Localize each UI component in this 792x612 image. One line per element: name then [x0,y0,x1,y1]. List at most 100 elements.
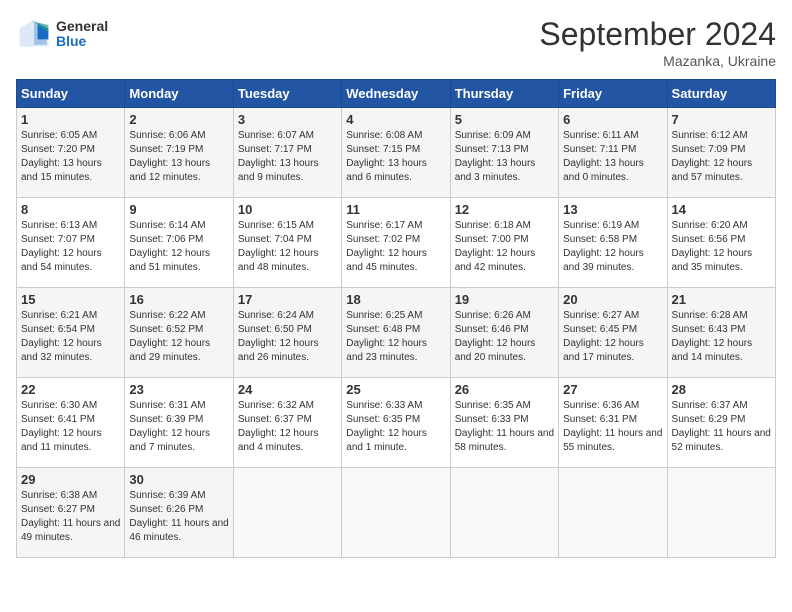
calendar-cell [450,468,558,558]
day-number: 18 [346,292,445,307]
day-detail: Sunrise: 6:15 AM Sunset: 7:04 PM Dayligh… [238,219,337,275]
day-number: 24 [238,382,337,397]
logo-general: General [56,19,108,34]
calendar-body: 1 Sunrise: 6:05 AM Sunset: 7:20 PM Daylig… [17,108,776,558]
header-row: SundayMondayTuesdayWednesdayThursdayFrid… [17,80,776,108]
calendar-cell: 12 Sunrise: 6:18 AM Sunset: 7:00 PM Dayli… [450,198,558,288]
day-number: 27 [563,382,662,397]
calendar-cell: 2 Sunrise: 6:06 AM Sunset: 7:19 PM Daylig… [125,108,233,198]
calendar-cell: 24 Sunrise: 6:32 AM Sunset: 6:37 PM Dayli… [233,378,341,468]
day-detail: Sunrise: 6:08 AM Sunset: 7:15 PM Dayligh… [346,129,445,185]
day-detail: Sunrise: 6:39 AM Sunset: 6:26 PM Dayligh… [129,489,228,545]
day-detail: Sunrise: 6:21 AM Sunset: 6:54 PM Dayligh… [21,309,120,365]
day-detail: Sunrise: 6:26 AM Sunset: 6:46 PM Dayligh… [455,309,554,365]
day-detail: Sunrise: 6:33 AM Sunset: 6:35 PM Dayligh… [346,399,445,455]
calendar-cell: 5Sunrise: 6:09 AM Sunset: 7:13 PM Daylig… [450,108,558,198]
day-number: 19 [455,292,554,307]
day-detail: Sunrise: 6:09 AM Sunset: 7:13 PM Dayligh… [455,129,554,185]
day-detail: Sunrise: 6:36 AM Sunset: 6:31 PM Dayligh… [563,399,662,455]
calendar-cell: 25 Sunrise: 6:33 AM Sunset: 6:35 PM Dayli… [342,378,450,468]
day-number: 9 [129,202,228,217]
week-row-2: 8 Sunrise: 6:13 AM Sunset: 7:07 PM Daylig… [17,198,776,288]
calendar-cell: 7 Sunrise: 6:12 AM Sunset: 7:09 PM Daylig… [667,108,775,198]
week-row-1: 1 Sunrise: 6:05 AM Sunset: 7:20 PM Daylig… [17,108,776,198]
calendar-cell: 20Sunrise: 6:27 AM Sunset: 6:45 PM Dayli… [559,288,667,378]
calendar-cell: 21Sunrise: 6:28 AM Sunset: 6:43 PM Dayli… [667,288,775,378]
calendar-cell: 6 Sunrise: 6:11 AM Sunset: 7:11 PM Daylig… [559,108,667,198]
day-detail: Sunrise: 6:14 AM Sunset: 7:06 PM Dayligh… [129,219,228,275]
header-cell-wednesday: Wednesday [342,80,450,108]
page-header: General Blue September 2024 Mazanka, Ukr… [16,16,776,69]
day-detail: Sunrise: 6:17 AM Sunset: 7:02 PM Dayligh… [346,219,445,275]
calendar-cell: 18 Sunrise: 6:25 AM Sunset: 6:48 PM Dayli… [342,288,450,378]
day-number: 26 [455,382,554,397]
day-number: 7 [672,112,771,127]
calendar-cell: 13Sunrise: 6:19 AM Sunset: 6:58 PM Dayli… [559,198,667,288]
day-number: 25 [346,382,445,397]
header-cell-friday: Friday [559,80,667,108]
day-number: 6 [563,112,662,127]
day-detail: Sunrise: 6:35 AM Sunset: 6:33 PM Dayligh… [455,399,554,455]
calendar-cell: 22Sunrise: 6:30 AM Sunset: 6:41 PM Dayli… [17,378,125,468]
calendar-cell: 4Sunrise: 6:08 AM Sunset: 7:15 PM Daylig… [342,108,450,198]
calendar-cell: 3 Sunrise: 6:07 AM Sunset: 7:17 PM Daylig… [233,108,341,198]
calendar-cell: 27 Sunrise: 6:36 AM Sunset: 6:31 PM Dayli… [559,378,667,468]
day-detail: Sunrise: 6:07 AM Sunset: 7:17 PM Dayligh… [238,129,337,185]
calendar-table: SundayMondayTuesdayWednesdayThursdayFrid… [16,79,776,558]
logo: General Blue [16,16,108,52]
week-row-3: 15 Sunrise: 6:21 AM Sunset: 6:54 PM Dayli… [17,288,776,378]
calendar-cell: 8 Sunrise: 6:13 AM Sunset: 7:07 PM Daylig… [17,198,125,288]
location-subtitle: Mazanka, Ukraine [539,53,776,69]
day-number: 15 [21,292,120,307]
day-detail: Sunrise: 6:13 AM Sunset: 7:07 PM Dayligh… [21,219,120,275]
day-detail: Sunrise: 6:38 AM Sunset: 6:27 PM Dayligh… [21,489,120,545]
calendar-cell: 10 Sunrise: 6:15 AM Sunset: 7:04 PM Dayli… [233,198,341,288]
header-cell-saturday: Saturday [667,80,775,108]
month-title: September 2024 [539,16,776,53]
calendar-cell [233,468,341,558]
day-number: 20 [563,292,662,307]
calendar-cell: 19 Sunrise: 6:26 AM Sunset: 6:46 PM Dayli… [450,288,558,378]
day-number: 1 [21,112,120,127]
day-number: 23 [129,382,228,397]
title-block: September 2024 Mazanka, Ukraine [539,16,776,69]
calendar-cell: 11 Sunrise: 6:17 AM Sunset: 7:02 PM Dayli… [342,198,450,288]
day-detail: Sunrise: 6:19 AM Sunset: 6:58 PM Dayligh… [563,219,662,275]
calendar-cell [342,468,450,558]
logo-text: General Blue [56,19,108,50]
day-detail: Sunrise: 6:37 AM Sunset: 6:29 PM Dayligh… [672,399,771,455]
calendar-cell: 26 Sunrise: 6:35 AM Sunset: 6:33 PM Dayli… [450,378,558,468]
header-cell-thursday: Thursday [450,80,558,108]
calendar-cell: 30 Sunrise: 6:39 AM Sunset: 6:26 PM Dayli… [125,468,233,558]
day-number: 14 [672,202,771,217]
day-detail: Sunrise: 6:22 AM Sunset: 6:52 PM Dayligh… [129,309,228,365]
day-number: 8 [21,202,120,217]
calendar-cell: 29Sunrise: 6:38 AM Sunset: 6:27 PM Dayli… [17,468,125,558]
day-detail: Sunrise: 6:11 AM Sunset: 7:11 PM Dayligh… [563,129,662,185]
calendar-cell: 1 Sunrise: 6:05 AM Sunset: 7:20 PM Daylig… [17,108,125,198]
calendar-cell [667,468,775,558]
day-number: 21 [672,292,771,307]
day-detail: Sunrise: 6:25 AM Sunset: 6:48 PM Dayligh… [346,309,445,365]
day-detail: Sunrise: 6:05 AM Sunset: 7:20 PM Dayligh… [21,129,120,185]
day-number: 22 [21,382,120,397]
day-detail: Sunrise: 6:18 AM Sunset: 7:00 PM Dayligh… [455,219,554,275]
day-number: 12 [455,202,554,217]
day-number: 30 [129,472,228,487]
week-row-4: 22Sunrise: 6:30 AM Sunset: 6:41 PM Dayli… [17,378,776,468]
header-cell-tuesday: Tuesday [233,80,341,108]
header-cell-monday: Monday [125,80,233,108]
day-number: 17 [238,292,337,307]
day-number: 10 [238,202,337,217]
day-detail: Sunrise: 6:24 AM Sunset: 6:50 PM Dayligh… [238,309,337,365]
calendar-header: SundayMondayTuesdayWednesdayThursdayFrid… [17,80,776,108]
calendar-cell: 9 Sunrise: 6:14 AM Sunset: 7:06 PM Daylig… [125,198,233,288]
day-detail: Sunrise: 6:12 AM Sunset: 7:09 PM Dayligh… [672,129,771,185]
day-number: 11 [346,202,445,217]
day-number: 3 [238,112,337,127]
day-number: 2 [129,112,228,127]
day-detail: Sunrise: 6:06 AM Sunset: 7:19 PM Dayligh… [129,129,228,185]
header-cell-sunday: Sunday [17,80,125,108]
calendar-cell: 28Sunrise: 6:37 AM Sunset: 6:29 PM Dayli… [667,378,775,468]
day-detail: Sunrise: 6:32 AM Sunset: 6:37 PM Dayligh… [238,399,337,455]
